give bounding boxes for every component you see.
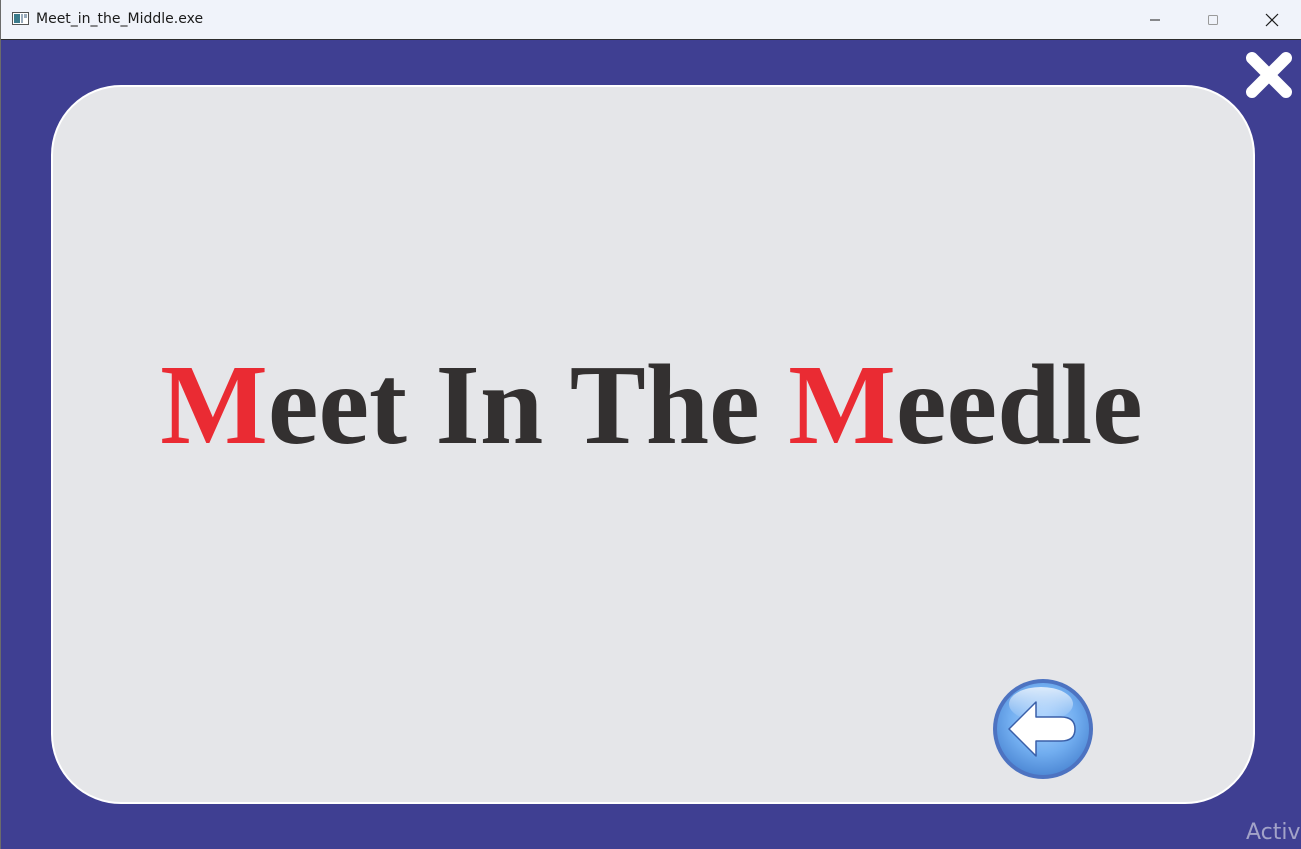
window-close-button[interactable] — [1243, 0, 1301, 39]
back-button[interactable] — [991, 677, 1095, 781]
maximize-button[interactable] — [1184, 0, 1242, 39]
app-window: Meet_in_the_Middle.exe Meet In The Meedl… — [0, 0, 1301, 849]
maximize-icon — [1208, 14, 1218, 25]
title-word-meedle-rest: eedle — [895, 341, 1143, 468]
close-x-icon — [1246, 52, 1292, 98]
app-icon — [12, 12, 29, 25]
title-letter-m2: M — [788, 341, 896, 468]
title-word-meet-rest: eet — [267, 341, 408, 468]
game-title: Meet In The Meedle — [1, 345, 1301, 465]
title-letter-m1: M — [160, 341, 268, 468]
title-word-in: In — [435, 341, 544, 468]
activation-watermark: Activ — [1246, 820, 1301, 845]
minimize-icon — [1150, 19, 1160, 20]
game-close-button[interactable] — [1241, 47, 1297, 103]
window-title: Meet_in_the_Middle.exe — [36, 11, 204, 27]
title-word-the: The — [569, 341, 760, 468]
title-bar: Meet_in_the_Middle.exe — [1, 0, 1301, 40]
close-icon — [1265, 13, 1279, 26]
minimize-button[interactable] — [1126, 0, 1184, 39]
